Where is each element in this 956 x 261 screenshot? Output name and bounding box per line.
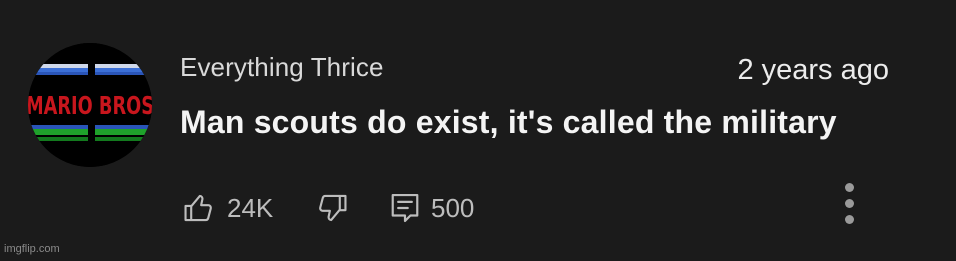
imgflip-watermark: imgflip.com [4, 243, 60, 255]
like-button[interactable]: 24K [182, 188, 273, 228]
thumbs-down-icon [319, 194, 347, 222]
more-options-button[interactable] [843, 183, 857, 225]
reply-button[interactable]: 500 [390, 188, 474, 228]
avatar-logo-text: MARIO BROS [28, 91, 152, 120]
like-count: 24K [227, 192, 274, 223]
comment-author[interactable]: Everything Thrice [180, 52, 384, 83]
comment-card: MARIO BROS Everything Thrice 2 years ago… [0, 0, 956, 261]
avatar[interactable]: MARIO BROS [28, 43, 152, 167]
channel-avatar-icon: MARIO BROS [28, 43, 152, 167]
reply-count: 500 [431, 192, 475, 223]
comment-icon [391, 193, 419, 223]
thumbs-up-icon [184, 194, 212, 222]
comment-text: Man scouts do exist, it's called the mil… [180, 104, 837, 140]
dislike-button[interactable] [315, 188, 349, 228]
comment-timestamp[interactable]: 2 years ago [737, 54, 889, 87]
